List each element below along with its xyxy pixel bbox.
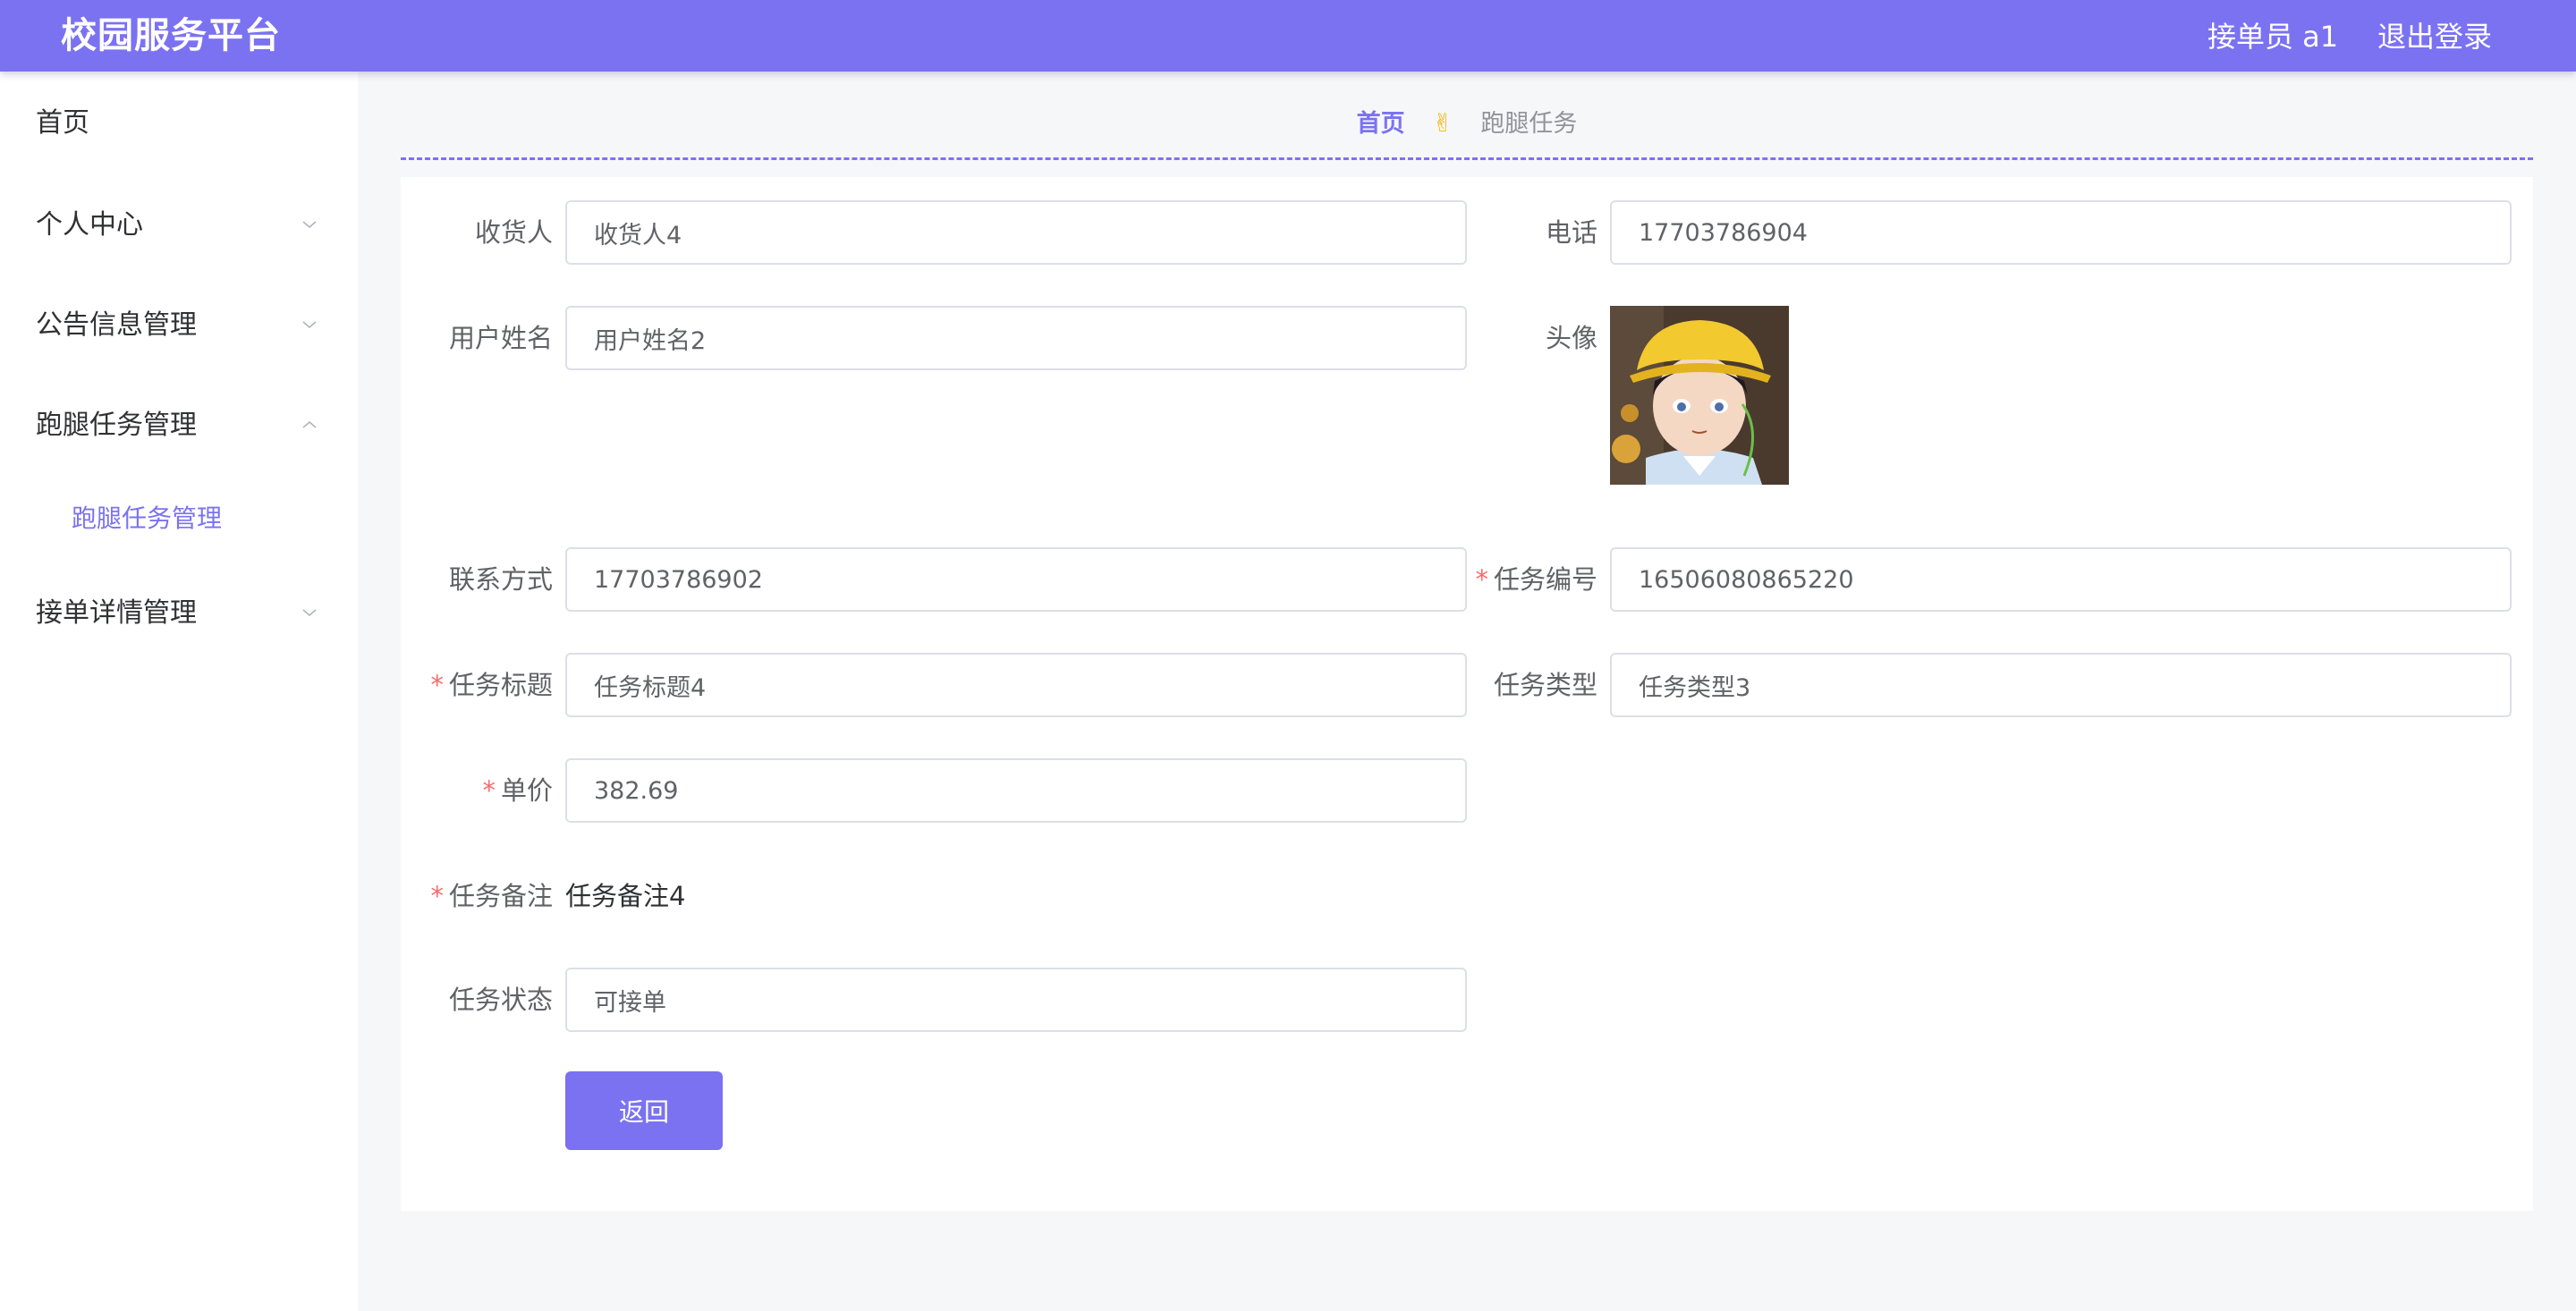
task-status-input[interactable] — [565, 968, 1467, 1032]
task-remark-label: * 任务备注 — [430, 881, 553, 911]
task-type-label: 任务类型 — [1493, 670, 1597, 700]
task-detail-form: 收货人 电话 用户姓名 头像 — [401, 177, 2533, 1211]
contact-input[interactable] — [565, 547, 1467, 612]
chevron-down-icon — [302, 321, 317, 329]
breadcrumb: 首页 ✌ 跑腿任务 — [401, 104, 2533, 143]
sidebar: 首页 个人中心 公告信息管理 跑腿任务管理 跑腿任务管理 接单详情管理 — [0, 72, 358, 1311]
price-label: * 单价 — [482, 775, 553, 806]
required-mark: * — [430, 670, 444, 700]
app-title: 校园服务平台 — [61, 15, 281, 56]
avatar-label: 头像 — [1545, 323, 1597, 353]
phone-label: 电话 — [1545, 217, 1597, 248]
breadcrumb-home-link[interactable]: 首页 — [1357, 110, 1405, 138]
required-mark: * — [482, 775, 496, 806]
username-input[interactable] — [565, 306, 1467, 370]
receiver-input[interactable] — [565, 200, 1467, 265]
logout-button[interactable]: 退出登录 — [2377, 18, 2492, 55]
top-header: 校园服务平台 接单员 a1 退出登录 — [0, 0, 2576, 72]
chevron-up-icon — [302, 420, 317, 428]
current-user-label: 接单员 a1 — [2207, 20, 2339, 54]
sidebar-item-label: 跑腿任务管理 — [36, 410, 197, 441]
required-mark: * — [430, 881, 444, 911]
breadcrumb-divider — [401, 157, 2533, 160]
sidebar-subitem-errand-task-management[interactable]: 跑腿任务管理 — [0, 490, 358, 547]
chevron-down-icon — [302, 221, 317, 229]
task-status-label: 任务状态 — [448, 985, 553, 1015]
receiver-label: 收货人 — [474, 217, 553, 248]
sidebar-item-label: 首页 — [36, 107, 89, 139]
task-title-label: * 任务标题 — [430, 670, 553, 700]
avatar-image — [1610, 306, 1789, 485]
sidebar-item-label: 个人中心 — [36, 209, 143, 241]
sidebar-item-personal-center[interactable]: 个人中心 — [0, 197, 358, 254]
task-number-label: * 任务编号 — [1475, 564, 1597, 595]
peace-hand-icon: ✌ — [1432, 108, 1453, 138]
price-input[interactable] — [565, 758, 1467, 823]
sidebar-item-label: 接单详情管理 — [36, 597, 197, 629]
breadcrumb-current: 跑腿任务 — [1480, 110, 1578, 138]
phone-input[interactable] — [1610, 200, 2512, 265]
username-label: 用户姓名 — [448, 323, 553, 353]
task-title-input[interactable] — [565, 653, 1467, 717]
required-mark: * — [1475, 564, 1488, 595]
sidebar-item-announcement-management[interactable]: 公告信息管理 — [0, 297, 358, 354]
sidebar-item-order-detail-management[interactable]: 接单详情管理 — [0, 585, 358, 642]
task-type-input[interactable] — [1610, 653, 2512, 717]
sidebar-subitem-label: 跑腿任务管理 — [72, 503, 223, 533]
avatar — [1610, 306, 1789, 485]
sidebar-item-home[interactable]: 首页 — [0, 95, 358, 152]
contact-label: 联系方式 — [448, 564, 553, 595]
chevron-down-icon — [302, 609, 317, 617]
sidebar-item-label: 公告信息管理 — [36, 309, 197, 341]
task-remark-value: 任务备注4 — [565, 881, 686, 911]
task-number-input[interactable] — [1610, 547, 2512, 612]
sidebar-item-errand-task-management[interactable]: 跑腿任务管理 — [0, 397, 358, 454]
back-button[interactable]: 返回 — [565, 1071, 723, 1150]
